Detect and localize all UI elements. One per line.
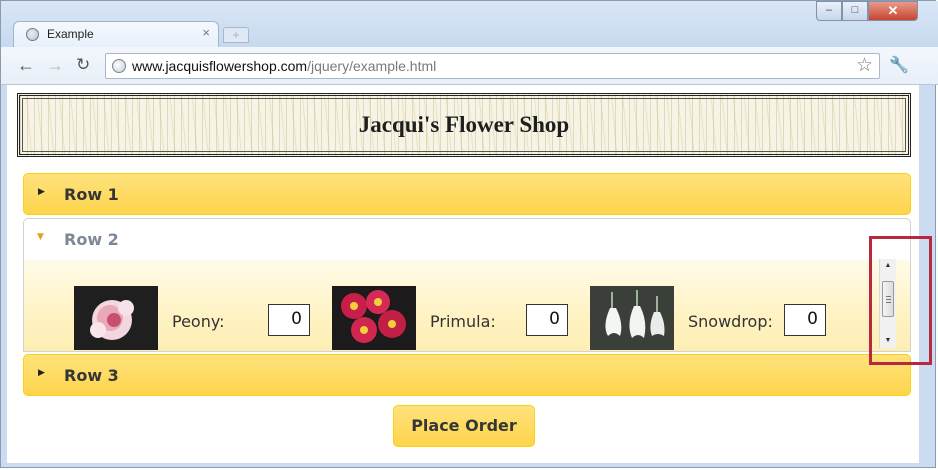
forward-arrow-icon[interactable]: → [46, 55, 64, 75]
place-order-button[interactable]: Place Order [393, 405, 535, 447]
wrench-icon[interactable]: 🔧 [889, 55, 909, 75]
back-arrow-icon[interactable]: ← [17, 55, 35, 75]
accordion-header-row-3[interactable]: ▶ Row 3 [23, 354, 911, 396]
accordion-label: Row 1 [64, 185, 119, 204]
url-text: www.jacquisflowershop.com/jquery/example… [132, 58, 436, 74]
browser-toolbar: ← → ↻ www.jacquisflowershop.com/jquery/e… [1, 47, 938, 85]
peony-picture [74, 286, 158, 350]
tab-strip: Example × + – □ ✕ [1, 1, 938, 47]
browser-tab[interactable]: Example × [13, 21, 219, 47]
tab-title: Example [47, 27, 94, 41]
product-name-peony: Peony: [172, 312, 225, 331]
expanded-triangle-icon: ▼ [37, 232, 44, 242]
quantity-input-snowdrop[interactable]: 0 [784, 304, 826, 336]
snowdrop-picture [590, 286, 674, 350]
close-window-button[interactable]: ✕ [868, 1, 918, 21]
product-name-snowdrop: Snowdrop: [688, 312, 773, 331]
quantity-input-peony[interactable]: 0 [268, 304, 310, 336]
page-favicon-icon [26, 28, 39, 41]
accordion-header-row-2[interactable]: ▼ Row 2 [23, 218, 911, 260]
address-bar[interactable]: www.jacquisflowershop.com/jquery/example… [105, 53, 880, 79]
quantity-input-primula[interactable]: 0 [526, 304, 568, 336]
page-viewport: Jacqui's Flower Shop ▶ Row 1 ▼ Row 2 Peo… [7, 85, 919, 463]
shop-banner: Jacqui's Flower Shop [17, 93, 911, 157]
globe-icon [112, 59, 126, 73]
product-name-primula: Primula: [430, 312, 496, 331]
url-path: /jquery/example.html [307, 58, 437, 74]
snowdrop-image [590, 286, 674, 350]
accordion-label: Row 3 [64, 366, 119, 385]
primula-picture [332, 286, 416, 350]
accordion-panel-row-2: Peony: 0 Primula: 0 Snowdrop: 0 [23, 260, 911, 352]
minimize-button[interactable]: – [816, 1, 842, 21]
page-title: Jacqui's Flower Shop [358, 112, 570, 137]
collapsed-triangle-icon: ▶ [38, 368, 45, 378]
reload-icon[interactable]: ↻ [76, 55, 90, 75]
primula-image [332, 286, 416, 350]
collapsed-triangle-icon: ▶ [38, 187, 45, 197]
new-tab-button[interactable]: + [223, 27, 249, 43]
maximize-button[interactable]: □ [842, 1, 868, 21]
peony-image [74, 286, 158, 350]
accordion-label: Row 2 [64, 230, 119, 249]
accordion-header-row-1[interactable]: ▶ Row 1 [23, 173, 911, 215]
browser-window: Example × + – □ ✕ ← → ↻ www.jacquisflowe… [0, 0, 938, 468]
tab-close-icon[interactable]: × [202, 25, 210, 40]
scrollbar-highlight-annotation [869, 236, 932, 365]
url-host: www.jacquisflowershop.com [132, 58, 308, 74]
bookmark-star-icon[interactable]: ☆ [856, 54, 873, 77]
